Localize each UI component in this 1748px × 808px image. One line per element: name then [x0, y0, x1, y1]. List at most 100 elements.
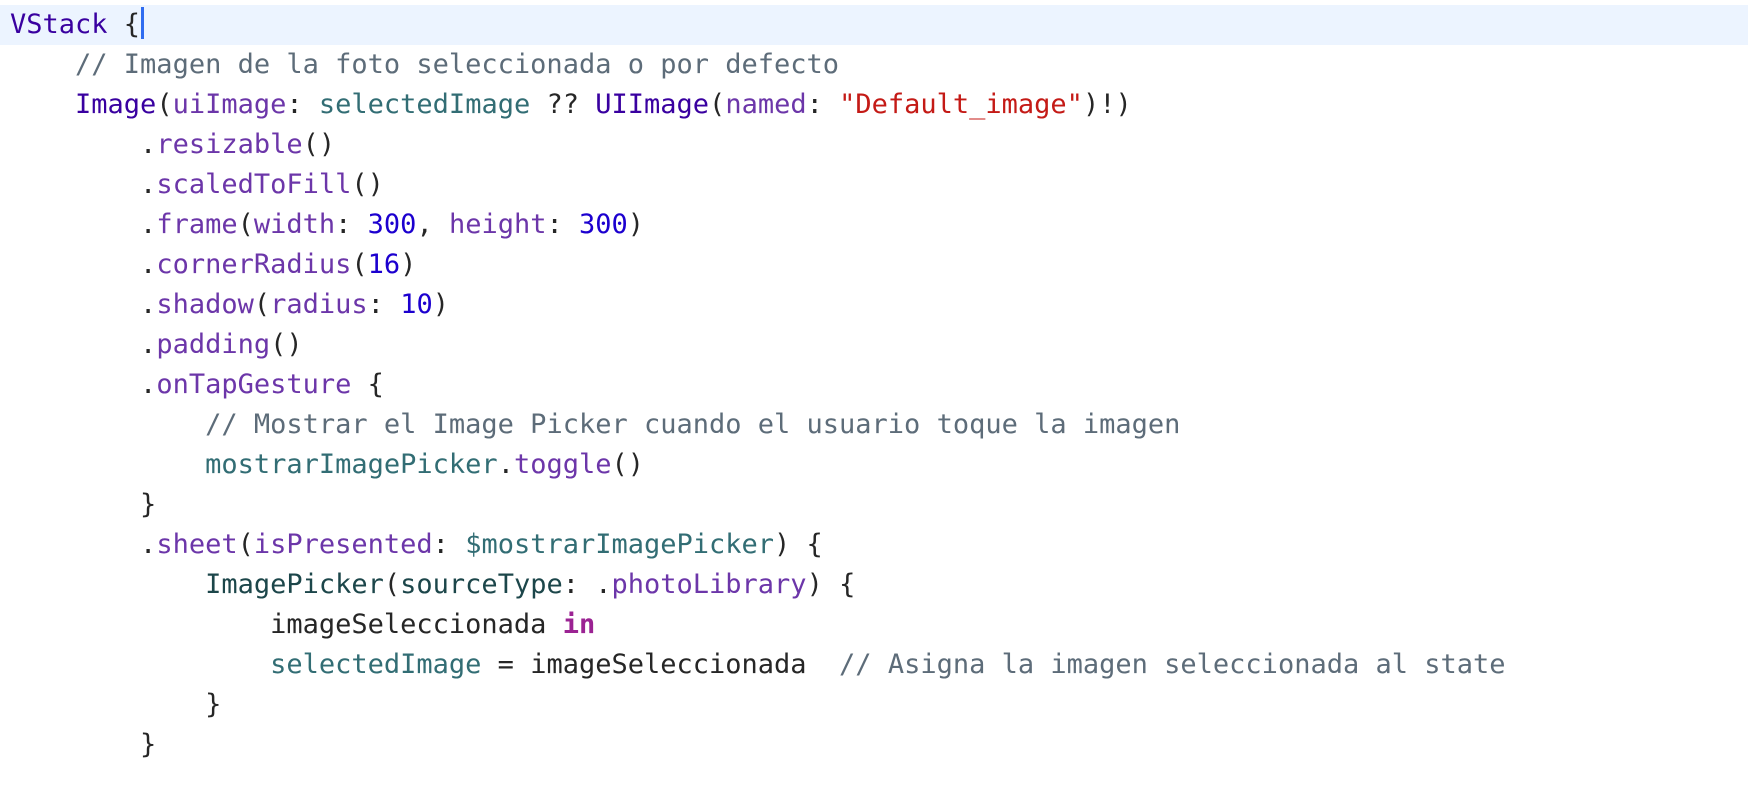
code-token-plain: (: [237, 529, 254, 560]
code-token-plain: (): [611, 449, 645, 480]
code-token-plain: ): [627, 209, 645, 240]
code-token-plain: .: [140, 329, 157, 360]
code-line[interactable]: .onTapGesture {: [0, 365, 1748, 405]
code-token-prop: mostrarImagePicker: [205, 449, 498, 480]
code-token-num: 10: [400, 289, 433, 320]
code-token-plain: :: [806, 89, 840, 120]
code-token-fn: frame: [156, 209, 238, 240]
code-token-plain: (): [302, 129, 336, 160]
code-token-plain: (): [270, 329, 303, 360]
code-token-plain: :: [546, 209, 580, 240]
code-token-num: 16: [367, 249, 401, 280]
code-token-fn: toggle: [513, 449, 612, 480]
code-line[interactable]: imageSeleccionada in: [0, 605, 1748, 645]
code-token-fn: resizable: [156, 129, 303, 160]
code-token-prop: $mostrarImagePicker: [465, 529, 775, 560]
code-token-cmt: // Imagen de la foto seleccionada o por …: [75, 49, 840, 80]
code-token-cmt: // Mostrar el Image Picker cuando el usu…: [205, 409, 1181, 440]
code-token-plain: .: [140, 209, 157, 240]
code-line[interactable]: .sheet(isPresented: $mostrarImagePicker)…: [0, 525, 1748, 565]
code-token-plain: :: [335, 209, 368, 240]
code-token-plain: (: [351, 249, 368, 280]
code-token-prop: selectedImage: [318, 89, 531, 120]
code-token-num: 300: [579, 209, 628, 240]
code-token-plain: :: [367, 289, 401, 320]
code-line[interactable]: .frame(width: 300, height: 300): [0, 205, 1748, 245]
code-line[interactable]: selectedImage = imageSeleccionada // Asi…: [0, 645, 1748, 685]
code-token-plain: {: [107, 9, 141, 40]
code-token-plain: }: [140, 729, 157, 760]
code-token-plain: (: [383, 569, 401, 600]
code-token-plain: ,: [416, 209, 449, 240]
code-line[interactable]: }: [0, 725, 1748, 765]
code-token-fn: onTapGesture: [156, 369, 352, 400]
code-line[interactable]: .cornerRadius(16): [0, 245, 1748, 285]
code-token-plain: imageSeleccionada: [270, 609, 563, 640]
code-token-fn: cornerRadius: [156, 249, 352, 280]
code-token-kw: in: [562, 609, 596, 640]
code-line[interactable]: }: [0, 485, 1748, 525]
code-token-param: isPresented: [253, 529, 433, 560]
code-token-plain: .: [140, 249, 157, 280]
code-token-plain: :: [432, 529, 466, 560]
code-token-param: height: [448, 209, 547, 240]
code-token-plain: .: [140, 289, 157, 320]
code-token-plain: = imageSeleccionada: [481, 649, 840, 680]
code-token-plain: .: [140, 129, 157, 160]
code-token-plain: {: [351, 369, 384, 400]
code-token-plain: .: [140, 169, 157, 200]
code-token-fn: padding: [156, 329, 271, 360]
code-line[interactable]: ImagePicker(sourceType: .photoLibrary) {: [0, 565, 1748, 605]
code-editor[interactable]: VStack { // Imagen de la foto selecciona…: [0, 0, 1748, 808]
code-line[interactable]: VStack {: [0, 5, 1748, 45]
code-line[interactable]: .shadow(radius: 10): [0, 285, 1748, 325]
code-line[interactable]: .resizable(): [0, 125, 1748, 165]
code-token-prop: selectedImage: [270, 649, 482, 680]
code-line[interactable]: mostrarImagePicker.toggle(): [0, 445, 1748, 485]
code-token-plain: .: [140, 529, 157, 560]
code-token-typeproj: sourceType: [400, 569, 563, 600]
code-token-plain: ): [432, 289, 449, 320]
code-line[interactable]: }: [0, 685, 1748, 725]
code-token-str: "Default_image": [839, 89, 1083, 120]
code-token-plain: (: [253, 289, 271, 320]
code-line[interactable]: .scaledToFill(): [0, 165, 1748, 205]
text-caret: [141, 7, 145, 39]
code-token-type: Image: [75, 89, 157, 120]
code-token-plain: .: [140, 369, 157, 400]
code-token-plain: }: [205, 689, 222, 720]
code-line[interactable]: .padding(): [0, 325, 1748, 365]
code-token-plain: )!): [1082, 89, 1132, 120]
code-token-fn: scaledToFill: [156, 169, 352, 200]
code-line[interactable]: // Imagen de la foto seleccionada o por …: [0, 45, 1748, 85]
code-token-type: VStack: [10, 9, 108, 40]
code-token-cmt: // Asigna la imagen seleccionada al stat…: [839, 649, 1506, 680]
code-token-typeproj: ImagePicker: [205, 569, 384, 600]
code-token-num: 300: [367, 209, 417, 240]
code-line[interactable]: // Mostrar el Image Picker cuando el usu…: [0, 405, 1748, 445]
code-token-plain: : .: [562, 569, 612, 600]
code-token-param: named: [725, 89, 807, 120]
code-token-plain: ) {: [806, 569, 856, 600]
code-line[interactable]: Image(uiImage: selectedImage ?? UIImage(…: [0, 85, 1748, 125]
code-token-param: uiImage: [172, 89, 287, 120]
code-token-type: UIImage: [595, 89, 710, 120]
code-token-plain: (): [351, 169, 384, 200]
